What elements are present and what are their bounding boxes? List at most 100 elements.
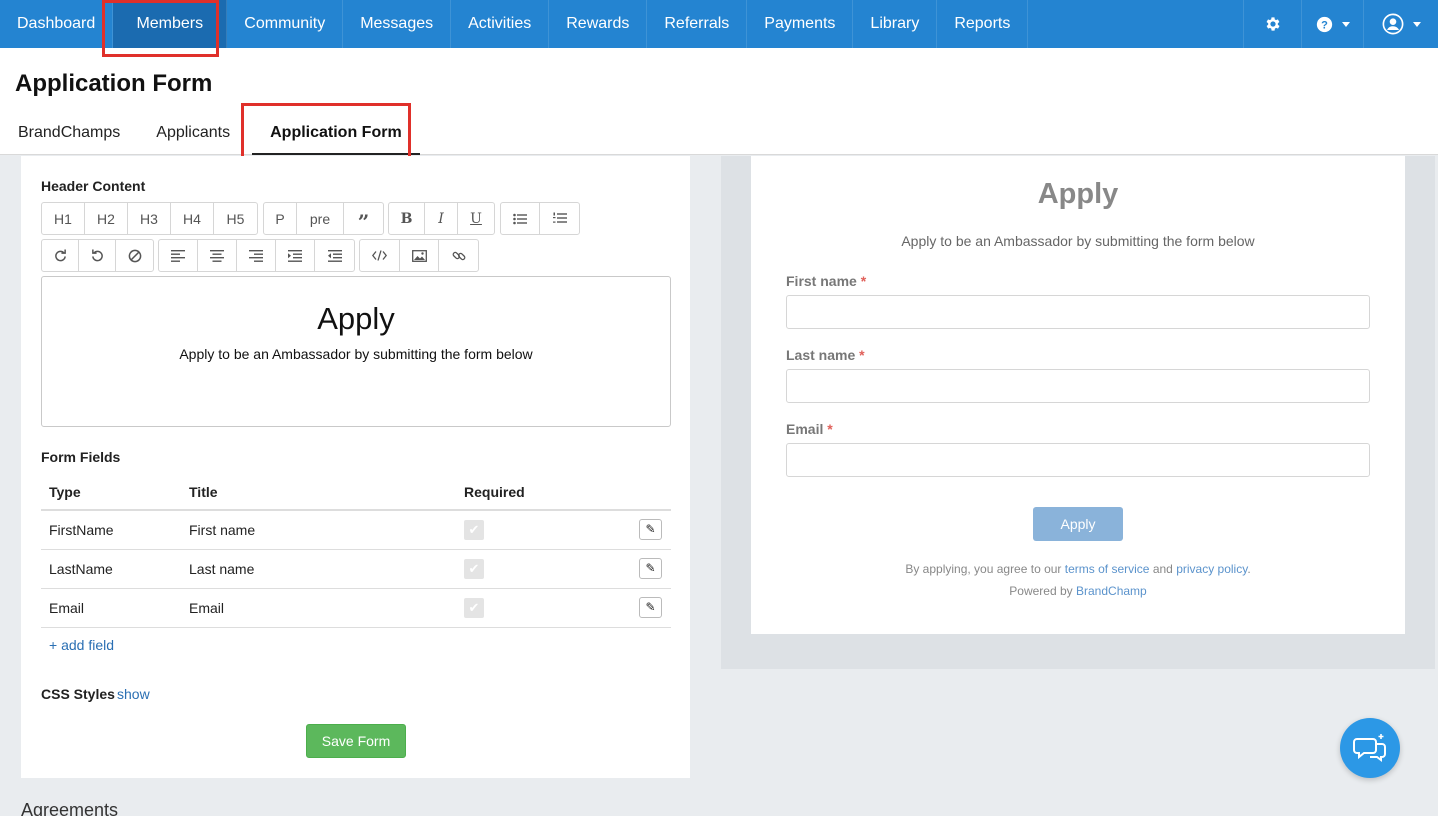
tab-application-form[interactable]: Application Form bbox=[252, 108, 420, 155]
pencil-icon: ✎ bbox=[645, 561, 656, 575]
undo-button[interactable] bbox=[79, 240, 116, 271]
chat-icon bbox=[1353, 734, 1386, 762]
numbered-list-button[interactable] bbox=[540, 203, 579, 234]
tab-applicants[interactable]: Applicants bbox=[138, 108, 248, 155]
indent-icon bbox=[288, 249, 302, 262]
nav-payments[interactable]: Payments bbox=[747, 0, 854, 48]
h2-button[interactable]: H2 bbox=[85, 203, 128, 234]
chevron-down-icon bbox=[1412, 21, 1421, 27]
edit-field-button[interactable]: ✎ bbox=[639, 519, 662, 541]
required-mark: * bbox=[859, 347, 865, 363]
history-toolbar-group bbox=[41, 239, 154, 272]
header-content-label: Header Content bbox=[41, 178, 146, 194]
first-name-input[interactable] bbox=[786, 295, 1370, 329]
code-button[interactable] bbox=[360, 240, 400, 271]
pre-button[interactable]: pre bbox=[297, 203, 344, 234]
required-checkbox[interactable]: ✔ bbox=[464, 519, 484, 540]
table-row: LastName Last name ✔ ✎ bbox=[41, 549, 671, 589]
apply-button[interactable]: Apply bbox=[1033, 507, 1123, 541]
privacy-policy-link[interactable]: privacy policy bbox=[1176, 562, 1247, 576]
user-menu[interactable] bbox=[1363, 0, 1438, 48]
nav-community[interactable]: Community bbox=[227, 0, 344, 48]
h3-button[interactable]: H3 bbox=[128, 203, 171, 234]
chat-support-button[interactable] bbox=[1340, 718, 1400, 778]
h1-button[interactable]: H1 bbox=[42, 203, 85, 234]
help-icon: ? bbox=[1316, 16, 1332, 32]
align-center-button[interactable] bbox=[198, 240, 237, 271]
help-menu[interactable]: ? bbox=[1301, 0, 1363, 48]
nav-messages[interactable]: Messages bbox=[343, 0, 452, 48]
bullet-list-icon bbox=[513, 213, 527, 224]
quote-icon: ” bbox=[357, 209, 370, 234]
chevron-down-icon bbox=[1341, 21, 1350, 27]
nav-reports[interactable]: Reports bbox=[937, 0, 1029, 48]
edit-field-button[interactable]: ✎ bbox=[639, 597, 662, 618]
save-form-button[interactable]: Save Form bbox=[306, 724, 406, 758]
nav-dashboard[interactable]: Dashboard bbox=[0, 0, 114, 48]
required-checkbox[interactable]: ✔ bbox=[464, 597, 484, 618]
clear-format-button[interactable] bbox=[116, 240, 153, 271]
column-header bbox=[631, 474, 671, 511]
outdent-icon bbox=[327, 249, 342, 262]
edit-field-button[interactable]: ✎ bbox=[639, 558, 662, 579]
header-content-editor[interactable]: Apply Apply to be an Ambassador by submi… bbox=[41, 276, 671, 427]
tab-brandchamps[interactable]: BrandChamps bbox=[0, 108, 138, 155]
last-name-input[interactable] bbox=[786, 369, 1370, 403]
heading-toolbar-group: H1 H2 H3 H4 H5 bbox=[41, 202, 258, 235]
bullet-list-button[interactable] bbox=[501, 203, 540, 234]
outdent-button[interactable] bbox=[315, 240, 354, 271]
form-fields-label: Form Fields bbox=[41, 449, 121, 465]
page-title: Application Form bbox=[15, 70, 213, 97]
redo-button[interactable] bbox=[42, 240, 79, 271]
first-name-label: First name * bbox=[786, 273, 866, 289]
link-button[interactable] bbox=[439, 240, 478, 271]
undo-icon bbox=[91, 249, 103, 262]
bold-icon: B bbox=[400, 210, 413, 227]
top-navigation: Dashboard Members Community Messages Act… bbox=[0, 0, 1438, 48]
italic-icon: I bbox=[438, 210, 444, 227]
link-icon bbox=[452, 251, 465, 260]
insert-toolbar-group bbox=[359, 239, 479, 272]
table-row: Email Email ✔ ✎ bbox=[41, 588, 671, 628]
nav-rewards[interactable]: Rewards bbox=[549, 0, 648, 48]
field-type: FirstName bbox=[41, 510, 181, 550]
terms-notice: By applying, you agree to our terms of s… bbox=[751, 562, 1405, 576]
alignment-toolbar-group bbox=[158, 239, 355, 272]
page-header: Application Form BrandChamps Applicants … bbox=[0, 48, 1438, 155]
blockquote-button[interactable]: ” bbox=[344, 203, 383, 234]
terms-of-service-link[interactable]: terms of service bbox=[1065, 562, 1150, 576]
nav-members[interactable]: Members bbox=[113, 0, 228, 48]
sub-tabs: BrandChamps Applicants Application Form bbox=[0, 108, 420, 155]
brandchamp-link[interactable]: BrandChamp bbox=[1076, 584, 1147, 598]
h4-button[interactable]: H4 bbox=[171, 203, 214, 234]
italic-button[interactable]: I bbox=[425, 203, 458, 234]
indent-button[interactable] bbox=[276, 240, 315, 271]
last-name-label: Last name * bbox=[786, 347, 865, 363]
list-toolbar-group bbox=[500, 202, 580, 235]
email-input[interactable] bbox=[786, 443, 1370, 477]
powered-by: Powered by BrandChamp bbox=[751, 584, 1405, 598]
image-button[interactable] bbox=[400, 240, 439, 271]
required-checkbox[interactable]: ✔ bbox=[464, 558, 484, 579]
form-editor-panel: Header Content H1 H2 H3 H4 H5 P pre ” B … bbox=[21, 156, 690, 778]
underline-button[interactable]: U bbox=[458, 203, 494, 234]
required-mark: * bbox=[860, 273, 867, 289]
align-right-button[interactable] bbox=[237, 240, 276, 271]
settings-button[interactable] bbox=[1243, 0, 1301, 48]
css-styles-show-link[interactable]: show bbox=[117, 686, 150, 702]
field-label-text: First name bbox=[786, 273, 857, 289]
align-left-button[interactable] bbox=[159, 240, 198, 271]
field-title: First name bbox=[181, 510, 456, 550]
bold-button[interactable]: B bbox=[389, 203, 425, 234]
nav-referrals[interactable]: Referrals bbox=[647, 0, 748, 48]
column-header: Required bbox=[456, 474, 631, 511]
redo-icon bbox=[54, 249, 66, 262]
form-preview: Apply Apply to be an Ambassador by submi… bbox=[751, 156, 1405, 634]
add-field-link[interactable]: + add field bbox=[49, 637, 114, 653]
nav-library[interactable]: Library bbox=[853, 0, 938, 48]
align-right-icon bbox=[249, 249, 263, 262]
paragraph-button[interactable]: P bbox=[264, 203, 297, 234]
nav-activities[interactable]: Activities bbox=[451, 0, 550, 48]
h5-button[interactable]: H5 bbox=[214, 203, 257, 234]
underline-icon: U bbox=[470, 210, 482, 227]
